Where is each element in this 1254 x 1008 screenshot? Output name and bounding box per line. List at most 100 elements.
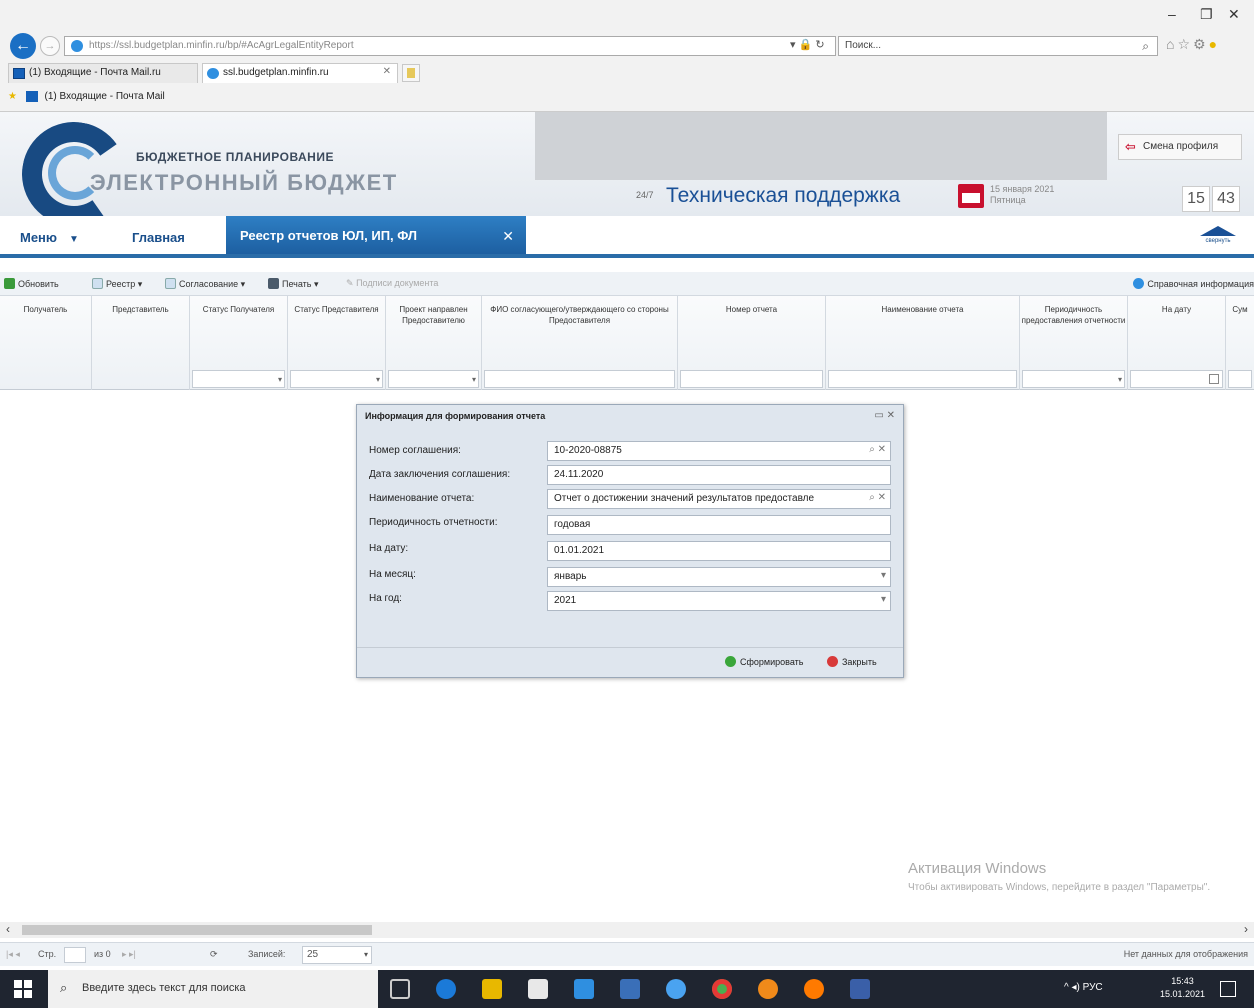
restore-icon[interactable]: ❐ bbox=[1200, 6, 1213, 23]
collapse-header-button[interactable]: свернуть bbox=[1198, 226, 1238, 248]
windows-taskbar: ⌕ Введите здесь текст для поиска ^ ◂) РУ… bbox=[0, 970, 1254, 1008]
column-header[interactable]: Статус Представителя ▾ bbox=[288, 296, 386, 390]
page-size-select[interactable]: 25 ▾ bbox=[302, 946, 372, 964]
ie-icon[interactable] bbox=[666, 979, 686, 999]
search-icon[interactable]: ⌕ bbox=[869, 492, 875, 503]
approval-menu-button[interactable]: Согласование ▾ bbox=[165, 278, 245, 290]
column-header[interactable]: Наименование отчета bbox=[826, 296, 1020, 390]
column-header[interactable]: На дату bbox=[1128, 296, 1226, 390]
refresh-button[interactable]: Обновить bbox=[4, 278, 59, 289]
scroll-left-icon[interactable]: ‹ bbox=[6, 922, 10, 936]
column-header[interactable]: Сум bbox=[1226, 296, 1254, 390]
chevron-down-icon[interactable]: ▾ bbox=[877, 594, 886, 605]
filter-input[interactable] bbox=[1228, 370, 1252, 388]
change-profile-button[interactable]: Смена профиля bbox=[1118, 134, 1242, 160]
address-bar[interactable]: https://ssl.budgetplan.minfin.ru/bp/#AcA… bbox=[64, 36, 836, 56]
minimize-icon[interactable]: – bbox=[1168, 6, 1176, 22]
month-select[interactable]: январь ▾ bbox=[547, 567, 891, 587]
back-button[interactable]: ← bbox=[10, 33, 36, 59]
chrome-icon[interactable] bbox=[712, 979, 732, 999]
scrollbar-thumb[interactable] bbox=[22, 925, 372, 935]
column-header[interactable]: ФИО согласующего/утверждающего со сторон… bbox=[482, 296, 678, 390]
filter-input[interactable] bbox=[680, 370, 823, 388]
address-tools-icon[interactable]: ▾ 🔒 ↻ bbox=[790, 38, 825, 51]
report-periodicity-field[interactable]: годовая bbox=[547, 515, 891, 535]
registry-menu-button[interactable]: Реестр ▾ bbox=[92, 278, 142, 290]
activation-title: Активация Windows bbox=[908, 860, 1047, 877]
first-page-icon[interactable]: |◂ ◂ bbox=[6, 949, 20, 960]
app-icon[interactable] bbox=[758, 979, 778, 999]
tab-budgetplan[interactable]: ssl.budgetplan.minfin.ru ✕ bbox=[202, 63, 398, 83]
clear-icon[interactable]: ✕ bbox=[878, 492, 886, 503]
report-name-field[interactable]: Отчет о достижении значений результатов … bbox=[547, 489, 891, 509]
agreement-date-field[interactable]: 24.11.2020 bbox=[547, 465, 891, 485]
support-link[interactable]: Техническая поддержка bbox=[666, 184, 900, 208]
edge-icon[interactable] bbox=[436, 979, 456, 999]
settings-icon[interactable]: ⚙ bbox=[1193, 36, 1209, 52]
favorites-star-icon[interactable]: ☆ bbox=[1177, 36, 1193, 52]
maximize-icon[interactable]: ▭ bbox=[874, 410, 883, 421]
generate-button[interactable]: Сформировать bbox=[725, 656, 803, 667]
notifications-icon[interactable] bbox=[1220, 981, 1236, 997]
file-explorer-icon[interactable] bbox=[482, 979, 502, 999]
filter-select[interactable]: ▾ bbox=[388, 370, 479, 388]
close-icon[interactable]: ✕ bbox=[887, 410, 895, 421]
taskbar-search-input[interactable]: ⌕ Введите здесь текст для поиска bbox=[48, 970, 378, 1008]
year-select[interactable]: 2021 ▾ bbox=[547, 591, 891, 611]
store-icon[interactable] bbox=[528, 979, 548, 999]
agreement-number-field[interactable]: 10-2020-08875 ⌕ ✕ bbox=[547, 441, 891, 461]
filter-input[interactable] bbox=[484, 370, 675, 388]
keyboard-language[interactable]: РУС bbox=[1083, 982, 1103, 993]
horizontal-scrollbar[interactable]: ‹ › bbox=[0, 922, 1254, 938]
close-icon[interactable]: ✕ bbox=[502, 228, 514, 245]
filter-select[interactable]: ▾ bbox=[1022, 370, 1125, 388]
tab-mail[interactable]: (1) Входящие - Почта Mail.ru bbox=[8, 63, 198, 83]
filter-select[interactable]: ▾ bbox=[290, 370, 383, 388]
nav-home[interactable]: Главная bbox=[132, 230, 185, 245]
favorite-item-mail[interactable]: (1) Входящие - Почта Mail bbox=[45, 91, 165, 102]
windows-start-icon[interactable] bbox=[14, 980, 32, 998]
close-window-icon[interactable]: ✕ bbox=[1228, 6, 1240, 23]
column-header[interactable]: Статус Получателя ▾ bbox=[190, 296, 288, 390]
new-tab-button[interactable] bbox=[402, 64, 420, 82]
volume-icon[interactable]: ◂) bbox=[1071, 982, 1079, 993]
chevron-down-icon[interactable]: ▾ bbox=[877, 570, 886, 581]
taskbar-clock[interactable]: 15:43 15.01.2021 bbox=[1160, 975, 1205, 1001]
search-icon[interactable]: ⌕ bbox=[869, 444, 875, 455]
date-filter-input[interactable] bbox=[1130, 370, 1223, 388]
next-page-icon[interactable]: ▸ ▸| bbox=[122, 949, 136, 960]
mail-icon[interactable] bbox=[574, 979, 594, 999]
clear-icon[interactable]: ✕ bbox=[878, 444, 886, 455]
filter-input[interactable] bbox=[828, 370, 1017, 388]
column-title: Сум bbox=[1232, 305, 1248, 314]
favorites-icon[interactable]: ★ bbox=[8, 91, 17, 102]
photos-icon[interactable] bbox=[620, 979, 640, 999]
scroll-right-icon[interactable]: › bbox=[1244, 922, 1248, 936]
app-icon[interactable] bbox=[804, 979, 824, 999]
document-signatures-button[interactable]: ✎ Подписи документа bbox=[346, 278, 438, 289]
print-menu-button[interactable]: Печать ▾ bbox=[268, 278, 319, 290]
tab-close-icon[interactable]: ✕ bbox=[383, 66, 391, 77]
forward-button[interactable]: → bbox=[40, 36, 60, 56]
help-info-button[interactable]: Справочная информация bbox=[1133, 278, 1254, 289]
on-date-field[interactable]: 01.01.2021 bbox=[547, 541, 891, 561]
column-header[interactable]: Получатель bbox=[0, 296, 92, 390]
app-icon[interactable] bbox=[850, 979, 870, 999]
page-number-input[interactable] bbox=[64, 947, 86, 963]
column-header[interactable]: Периодичность предоставления отчетности ▾ bbox=[1020, 296, 1128, 390]
menu-button[interactable]: Меню ▼ bbox=[20, 230, 79, 245]
refresh-icon[interactable]: ⟳ bbox=[210, 949, 218, 960]
feedback-smiley-icon[interactable]: ● bbox=[1209, 36, 1220, 52]
calendar-icon[interactable] bbox=[1209, 374, 1219, 384]
dialog-close-button[interactable]: Закрыть bbox=[827, 656, 877, 667]
browser-search-input[interactable]: Поиск... ⌕ bbox=[838, 36, 1158, 56]
chevron-up-icon[interactable]: ^ bbox=[1064, 982, 1069, 993]
tab-report-registry[interactable]: Реестр отчетов ЮЛ, ИП, ФЛ ✕ bbox=[226, 216, 526, 254]
filter-select[interactable]: ▾ bbox=[192, 370, 285, 388]
home-icon[interactable]: ⌂ bbox=[1166, 36, 1177, 52]
search-icon[interactable]: ⌕ bbox=[1142, 39, 1149, 54]
column-header[interactable]: Проект направлен Предоставителю ▾ bbox=[386, 296, 482, 390]
column-header[interactable]: Представитель bbox=[92, 296, 190, 390]
task-view-icon[interactable] bbox=[390, 979, 410, 999]
column-header[interactable]: Номер отчета bbox=[678, 296, 826, 390]
